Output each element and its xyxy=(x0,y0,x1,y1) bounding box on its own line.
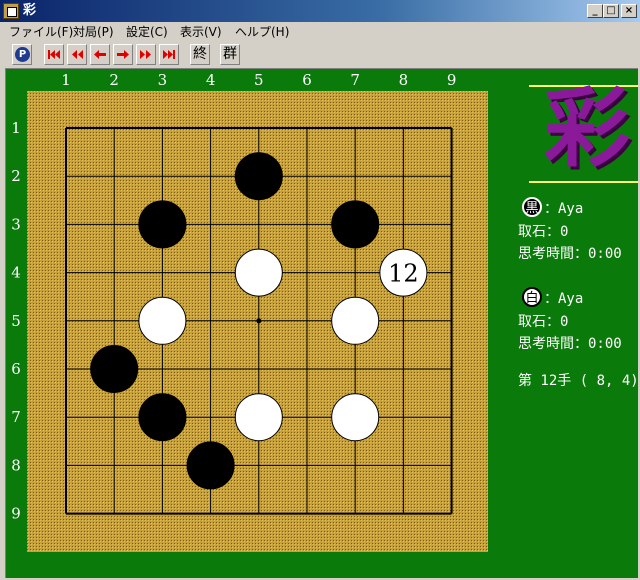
white-stone xyxy=(234,393,283,442)
white-stone xyxy=(234,248,283,297)
first-move-icon xyxy=(48,50,60,59)
column-label: 8 xyxy=(399,71,409,89)
back-many-button[interactable] xyxy=(67,44,87,65)
logo-bottom-line xyxy=(529,181,638,183)
last-move-button[interactable] xyxy=(159,44,179,65)
fast-forward-icon xyxy=(140,50,151,59)
row-label: 7 xyxy=(11,408,21,426)
arrow-right-icon xyxy=(117,50,129,59)
white-player-badge: 白 xyxy=(522,287,542,307)
menu-game[interactable]: 対局(P) xyxy=(73,25,114,39)
game-area: 123456789123456789 12 彩 黒 ：Aya 取石：0 思考時間… xyxy=(5,68,638,578)
row-label: 1 xyxy=(11,119,21,137)
star-point xyxy=(256,318,262,324)
black-player-name: ：Aya xyxy=(544,201,584,217)
minimize-button[interactable]: _ xyxy=(587,4,603,18)
column-label: 6 xyxy=(302,71,312,89)
window-title: 彩 xyxy=(23,3,37,18)
column-label: 3 xyxy=(158,71,168,89)
pass-icon: P xyxy=(15,47,30,62)
pass-button[interactable]: P xyxy=(12,44,32,65)
column-label: 9 xyxy=(447,71,457,89)
row-label: 6 xyxy=(11,360,21,378)
white-think-time: 思考時間：0:00 xyxy=(518,336,622,352)
maximize-button[interactable]: □ xyxy=(603,4,619,18)
white-stone xyxy=(331,393,380,442)
close-button[interactable]: × xyxy=(621,4,637,18)
forward-button[interactable] xyxy=(113,44,133,65)
toolbar: P 終 群 xyxy=(0,42,640,68)
black-think-time: 思考時間：0:00 xyxy=(518,246,622,262)
column-label: 4 xyxy=(206,71,216,89)
black-stone xyxy=(90,345,139,393)
forward-many-button[interactable] xyxy=(136,44,156,65)
last-move-icon xyxy=(163,50,175,59)
row-label: 2 xyxy=(11,167,21,185)
black-stone xyxy=(138,393,187,442)
column-label: 7 xyxy=(350,71,360,89)
first-move-button[interactable] xyxy=(44,44,64,65)
column-label: 1 xyxy=(61,71,71,89)
fast-back-icon xyxy=(72,50,83,59)
white-captures: 取石：0 xyxy=(518,314,569,330)
row-label: 3 xyxy=(11,215,21,233)
row-label: 8 xyxy=(11,456,21,474)
app-icon[interactable] xyxy=(3,3,19,19)
column-label: 2 xyxy=(109,71,119,89)
title-bar: 彩 _ □ × xyxy=(0,0,640,22)
menu-file[interactable]: ファイル(F) xyxy=(9,25,73,39)
black-captures: 取石：0 xyxy=(518,224,569,240)
row-label: 4 xyxy=(11,264,21,282)
white-stone xyxy=(331,296,380,345)
black-stone xyxy=(331,200,380,249)
menu-view[interactable]: 表示(V) xyxy=(180,25,222,39)
arrow-left-icon xyxy=(94,50,106,59)
black-stone xyxy=(234,152,283,201)
menu-bar: ファイル(F) 対局(P) 設定(C) 表示(V) ヘルプ(H) xyxy=(0,22,640,42)
move-number-label: 12 xyxy=(388,260,419,288)
menu-help[interactable]: ヘルプ(H) xyxy=(235,25,289,39)
move-counter: 第 12手 ( 8, 4) xyxy=(518,373,638,389)
row-label: 5 xyxy=(11,312,21,330)
menu-settings[interactable]: 設定(C) xyxy=(126,25,168,39)
column-label: 5 xyxy=(254,71,264,89)
black-player-badge: 黒 xyxy=(522,197,542,217)
black-stone xyxy=(138,200,187,249)
end-button[interactable]: 終 xyxy=(190,44,210,65)
black-stone xyxy=(186,441,235,490)
logo-text: 彩 xyxy=(544,78,630,179)
white-player-name: ：Aya xyxy=(544,291,584,307)
group-button[interactable]: 群 xyxy=(220,44,240,65)
row-label: 9 xyxy=(11,505,21,523)
white-stone xyxy=(138,296,187,345)
back-button[interactable] xyxy=(90,44,110,65)
